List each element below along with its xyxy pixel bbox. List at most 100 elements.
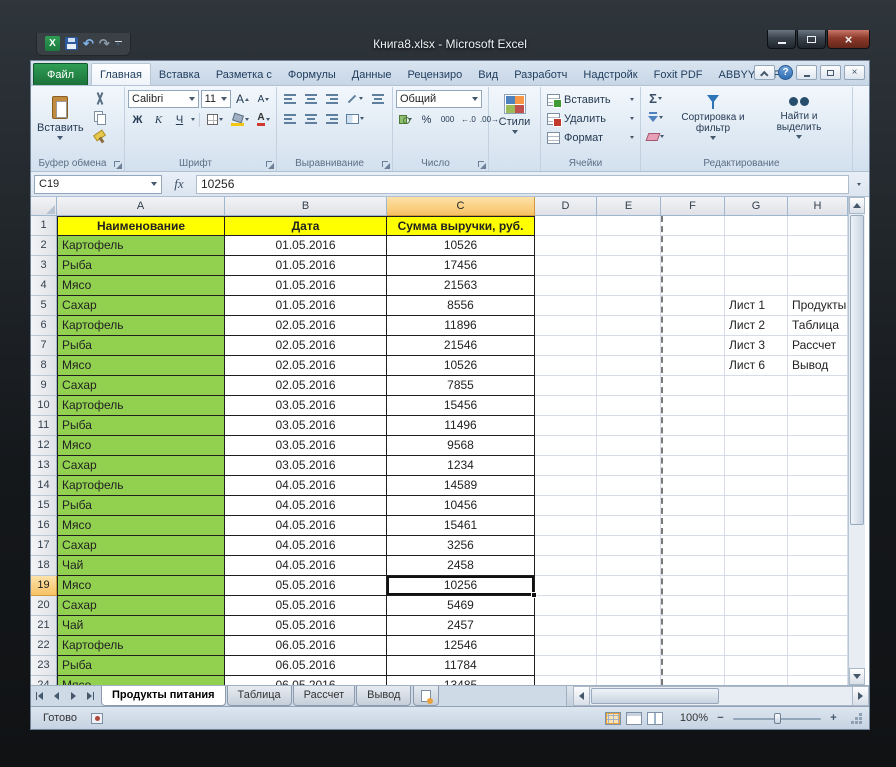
tab-Файл[interactable]: Файл xyxy=(33,63,88,85)
cell-F18[interactable] xyxy=(661,556,725,576)
row-header-14[interactable]: 14 xyxy=(31,476,57,496)
help-button[interactable]: ? xyxy=(778,65,793,80)
cell-A3[interactable]: Рыба xyxy=(57,256,225,276)
align-left-button[interactable] xyxy=(280,110,299,127)
row-header-19[interactable]: 19 xyxy=(31,576,57,596)
cell-A9[interactable]: Сахар xyxy=(57,376,225,396)
cell-C7[interactable]: 21546 xyxy=(387,336,535,356)
cell-C1[interactable]: Сумма выручки, руб. xyxy=(387,216,535,236)
tab-Главная[interactable]: Главная xyxy=(91,63,151,85)
clipboard-dialog-launcher[interactable] xyxy=(113,160,122,169)
cell-C15[interactable]: 10456 xyxy=(387,496,535,516)
cell-C6[interactable]: 11896 xyxy=(387,316,535,336)
row-header-6[interactable]: 6 xyxy=(31,316,57,336)
cell-E6[interactable] xyxy=(597,316,661,336)
redo-icon[interactable] xyxy=(99,36,110,52)
cell-D20[interactable] xyxy=(535,596,597,616)
number-format-select[interactable]: Общий xyxy=(396,90,482,108)
cell-F12[interactable] xyxy=(661,436,725,456)
cell-D14[interactable] xyxy=(535,476,597,496)
cell-G18[interactable] xyxy=(725,556,788,576)
cell-B21[interactable]: 05.05.2016 xyxy=(225,616,387,636)
cell-H20[interactable] xyxy=(788,596,848,616)
cell-H16[interactable] xyxy=(788,516,848,536)
cell-C22[interactable]: 12546 xyxy=(387,636,535,656)
cell-E13[interactable] xyxy=(597,456,661,476)
clear-button[interactable] xyxy=(644,128,667,145)
cell-G19[interactable] xyxy=(725,576,788,596)
cell-B13[interactable]: 03.05.2016 xyxy=(225,456,387,476)
view-normal-button[interactable] xyxy=(605,712,621,725)
cell-A4[interactable]: Мясо xyxy=(57,276,225,296)
shrink-font-button[interactable]: А xyxy=(254,91,273,108)
underline-button[interactable]: Ч xyxy=(170,111,189,128)
cell-G23[interactable] xyxy=(725,656,788,676)
autosum-button[interactable]: Σ xyxy=(644,90,667,107)
fill-color-button[interactable] xyxy=(228,111,252,128)
format-painter-button[interactable] xyxy=(90,128,109,145)
column-header-F[interactable]: F xyxy=(661,197,725,216)
cell-H6[interactable]: Таблица xyxy=(788,316,848,336)
workbook-minimize-button[interactable] xyxy=(796,65,817,80)
cell-B11[interactable]: 03.05.2016 xyxy=(225,416,387,436)
cell-C13[interactable]: 1234 xyxy=(387,456,535,476)
cell-A13[interactable]: Сахар xyxy=(57,456,225,476)
cell-D17[interactable] xyxy=(535,536,597,556)
cell-D11[interactable] xyxy=(535,416,597,436)
row-header-10[interactable]: 10 xyxy=(31,396,57,416)
cell-G3[interactable] xyxy=(725,256,788,276)
sort-filter-button[interactable]: Сортировка и фильтр xyxy=(670,90,756,142)
cell-A21[interactable]: Чай xyxy=(57,616,225,636)
cell-F8[interactable] xyxy=(661,356,725,376)
cell-H5[interactable]: Продукты xyxy=(788,296,848,316)
cell-E8[interactable] xyxy=(597,356,661,376)
row-header-1[interactable]: 1 xyxy=(31,216,57,236)
font-name-select[interactable]: Calibri xyxy=(128,90,199,108)
align-right-button[interactable] xyxy=(322,110,341,127)
cell-B9[interactable]: 02.05.2016 xyxy=(225,376,387,396)
cell-E24[interactable] xyxy=(597,676,661,685)
cell-G20[interactable] xyxy=(725,596,788,616)
underline-dropdown-icon[interactable] xyxy=(191,118,195,121)
cell-E11[interactable] xyxy=(597,416,661,436)
accounting-format-button[interactable] xyxy=(396,111,415,128)
cell-B1[interactable]: Дата xyxy=(225,216,387,236)
cell-A6[interactable]: Картофель xyxy=(57,316,225,336)
tab-Разметка-с[interactable]: Разметка с xyxy=(208,64,280,85)
cell-B22[interactable]: 06.05.2016 xyxy=(225,636,387,656)
cell-H19[interactable] xyxy=(788,576,848,596)
cell-G21[interactable] xyxy=(725,616,788,636)
name-box[interactable]: C19 xyxy=(34,175,162,194)
cell-H23[interactable] xyxy=(788,656,848,676)
cell-H9[interactable] xyxy=(788,376,848,396)
cell-D9[interactable] xyxy=(535,376,597,396)
customize-qat-icon[interactable] xyxy=(115,41,122,46)
cell-C3[interactable]: 17456 xyxy=(387,256,535,276)
cell-D1[interactable] xyxy=(535,216,597,236)
align-top-button[interactable] xyxy=(280,90,299,107)
cell-B17[interactable]: 04.05.2016 xyxy=(225,536,387,556)
find-select-button[interactable]: Найти и выделить xyxy=(759,90,839,141)
cell-E23[interactable] xyxy=(597,656,661,676)
minimize-button[interactable] xyxy=(767,30,796,49)
cell-G2[interactable] xyxy=(725,236,788,256)
cell-G12[interactable] xyxy=(725,436,788,456)
cell-E9[interactable] xyxy=(597,376,661,396)
insert-sheet-button[interactable] xyxy=(413,686,439,706)
tab-Рецензиро[interactable]: Рецензиро xyxy=(400,64,471,85)
row-header-3[interactable]: 3 xyxy=(31,256,57,276)
cell-D22[interactable] xyxy=(535,636,597,656)
cell-C14[interactable]: 14589 xyxy=(387,476,535,496)
row-header-17[interactable]: 17 xyxy=(31,536,57,556)
insert-cells-button[interactable]: Вставить xyxy=(544,90,637,109)
zoom-out-button[interactable]: − xyxy=(713,712,728,724)
increase-decimal-button[interactable]: ←.0 xyxy=(459,111,478,128)
scroll-up-button[interactable] xyxy=(849,197,865,214)
tab-Вид[interactable]: Вид xyxy=(470,64,506,85)
cell-H4[interactable] xyxy=(788,276,848,296)
align-bottom-button[interactable] xyxy=(322,90,341,107)
tab-Разработч[interactable]: Разработч xyxy=(506,64,575,85)
cell-D2[interactable] xyxy=(535,236,597,256)
cell-H24[interactable] xyxy=(788,676,848,685)
cell-C4[interactable]: 21563 xyxy=(387,276,535,296)
